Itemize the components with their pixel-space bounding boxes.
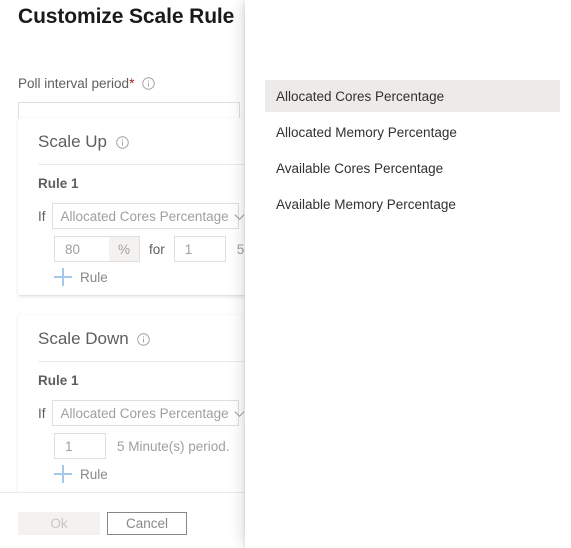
info-icon[interactable] — [137, 333, 151, 346]
scale-up-count-value: 1 — [184, 241, 193, 257]
cancel-button[interactable]: Cancel — [107, 512, 187, 535]
scale-down-metric-value: Allocated Cores Percentage — [60, 405, 229, 421]
scale-down-condition-row: If Allocated Cores Percentage — [38, 400, 245, 426]
scale-up-if-label: If — [38, 208, 46, 224]
scale-up-add-rule-button[interactable]: Rule — [54, 268, 108, 286]
scale-down-rule-title: Rule 1 — [38, 373, 79, 388]
scale-down-header-text: Scale Down — [38, 329, 129, 348]
scale-up-threshold-input[interactable]: 80 % — [54, 236, 140, 262]
ok-button[interactable]: Ok — [18, 512, 100, 535]
metric-dropdown-callout: Allocated Cores Percentage Allocated Mem… — [245, 0, 571, 548]
page-title: Customize Scale Rule — [18, 5, 235, 28]
scale-down-card: Scale Down Rule 1 If Allocated Cores Per… — [18, 315, 246, 492]
dropdown-option-available-cores-percentage[interactable]: Available Cores Percentage — [265, 152, 560, 184]
scale-down-count-input[interactable]: 1 — [54, 433, 106, 459]
plus-icon — [54, 268, 72, 286]
scale-down-metric-select[interactable]: Allocated Cores Percentage — [51, 400, 245, 426]
dropdown-option-allocated-memory-percentage[interactable]: Allocated Memory Percentage — [265, 116, 560, 148]
scale-up-card: Scale Up Rule 1 If Allocated Cores Perce… — [18, 118, 246, 295]
scale-up-header: Scale Up — [38, 132, 129, 152]
scale-up-metric-select[interactable]: Allocated Cores Percentage — [51, 203, 245, 229]
scale-up-condition-row: If Allocated Cores Percentage — [38, 203, 245, 229]
scale-down-add-rule-button[interactable]: Rule — [54, 465, 108, 483]
scale-up-rule-title: Rule 1 — [38, 176, 79, 191]
scale-down-count-value: 1 — [65, 438, 73, 454]
scale-up-metric-value: Allocated Cores Percentage — [60, 208, 229, 224]
scale-down-period-text: 5 Minute(s) period. — [117, 438, 230, 454]
plus-icon — [54, 465, 72, 483]
info-icon[interactable] — [142, 77, 155, 90]
chevron-down-icon — [233, 210, 246, 223]
divider — [38, 361, 246, 362]
scale-up-count-input[interactable]: 1 — [173, 236, 226, 262]
poll-interval-label: Poll interval period* — [18, 76, 155, 91]
chevron-down-icon — [233, 407, 246, 420]
scale-up-values-row: 80 % for 1 5 Minute(s) period. — [54, 236, 246, 262]
scale-up-for-label: for — [149, 241, 165, 257]
dropdown-option-allocated-cores-percentage[interactable]: Allocated Cores Percentage — [265, 80, 560, 112]
scale-down-if-label: If — [38, 405, 46, 421]
divider — [38, 164, 246, 165]
info-icon[interactable] — [115, 136, 129, 149]
scale-down-add-rule-label: Rule — [80, 466, 108, 482]
required-marker: * — [129, 76, 135, 91]
dropdown-option-available-memory-percentage[interactable]: Available Memory Percentage — [265, 188, 560, 220]
scale-down-values-row: 1 5 Minute(s) period. — [54, 433, 230, 459]
scale-up-add-rule-label: Rule — [80, 269, 108, 285]
scale-up-threshold-value: 80 — [65, 241, 81, 257]
scale-down-header: Scale Down — [38, 329, 151, 349]
percent-suffix: % — [108, 237, 139, 261]
customize-scale-rule-dialog: Customize Scale Rule Poll interval perio… — [0, 0, 571, 548]
scale-up-header-text: Scale Up — [38, 132, 107, 151]
poll-interval-label-text: Poll interval period — [18, 76, 130, 91]
